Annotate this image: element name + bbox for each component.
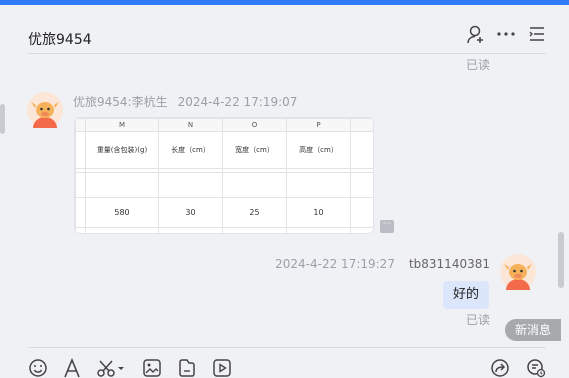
outgoing-meta: 2024-4-22 17:19:27 tb831140381 (275, 257, 490, 271)
table-cell: 10 (286, 197, 351, 228)
forward-icon[interactable] (490, 358, 510, 378)
column-header: M (85, 118, 159, 132)
column-header: O (222, 118, 287, 132)
input-divider (28, 347, 546, 348)
message-time: 2024-4-22 17:19:07 (177, 95, 298, 109)
grid-corner (75, 118, 86, 132)
sender-name: tb831140381 (408, 257, 490, 271)
scrollbar-left[interactable] (0, 104, 5, 134)
message-bubble[interactable]: 好的 (443, 281, 490, 309)
new-message-button[interactable]: 新消息 (505, 319, 561, 341)
image-icon[interactable] (142, 358, 162, 378)
table-cell: 宽度（cm） (222, 131, 287, 169)
message-time: 2024-4-22 17:19:27 (275, 257, 395, 271)
table-cell: 25 (222, 197, 287, 228)
list-icon[interactable] (527, 24, 547, 44)
emoji-icon[interactable] (28, 358, 48, 378)
table-cell (350, 197, 373, 228)
scissors-icon[interactable] (96, 358, 126, 378)
scrollbar-right[interactable] (558, 232, 564, 288)
table-cell: 30 (158, 197, 223, 228)
spreadsheet-grid: M N O P Q 重量(含包装)(g) 长度（cm） 宽度（cm） 高度（cm… (75, 118, 373, 233)
file-icon[interactable] (177, 358, 197, 378)
font-icon[interactable] (62, 358, 82, 378)
column-header: Q (350, 118, 373, 132)
read-status: 已读 (466, 313, 491, 327)
table-cell: 580 (85, 197, 159, 228)
column-header: N (158, 118, 223, 132)
more-icon[interactable] (496, 24, 516, 44)
table-cell: 长度（cm） (158, 131, 223, 169)
add-contact-icon[interactable] (466, 24, 486, 44)
avatar[interactable] (500, 254, 536, 290)
sender-name: 优旅9454:李杭生 (73, 95, 168, 109)
message-sender: 优旅9454:李杭生 2024-4-22 17:19:07 (73, 93, 297, 110)
table-cell: 高度（cm） (286, 131, 351, 169)
table-cell: 重量(含包装)(g) (85, 131, 159, 169)
video-icon[interactable] (212, 358, 232, 378)
column-header: P (286, 118, 351, 132)
table-cell: 类型 (350, 131, 373, 169)
message-more-button[interactable]: ··· (380, 220, 394, 233)
avatar[interactable] (27, 92, 63, 128)
read-status: 已读 (466, 58, 491, 72)
history-icon[interactable] (526, 358, 546, 378)
spreadsheet-preview[interactable]: M N O P Q 重量(含包装)(g) 长度（cm） 宽度（cm） 高度（cm… (74, 117, 374, 234)
header-divider (28, 53, 546, 54)
chat-title: 优旅9454 (28, 32, 92, 48)
